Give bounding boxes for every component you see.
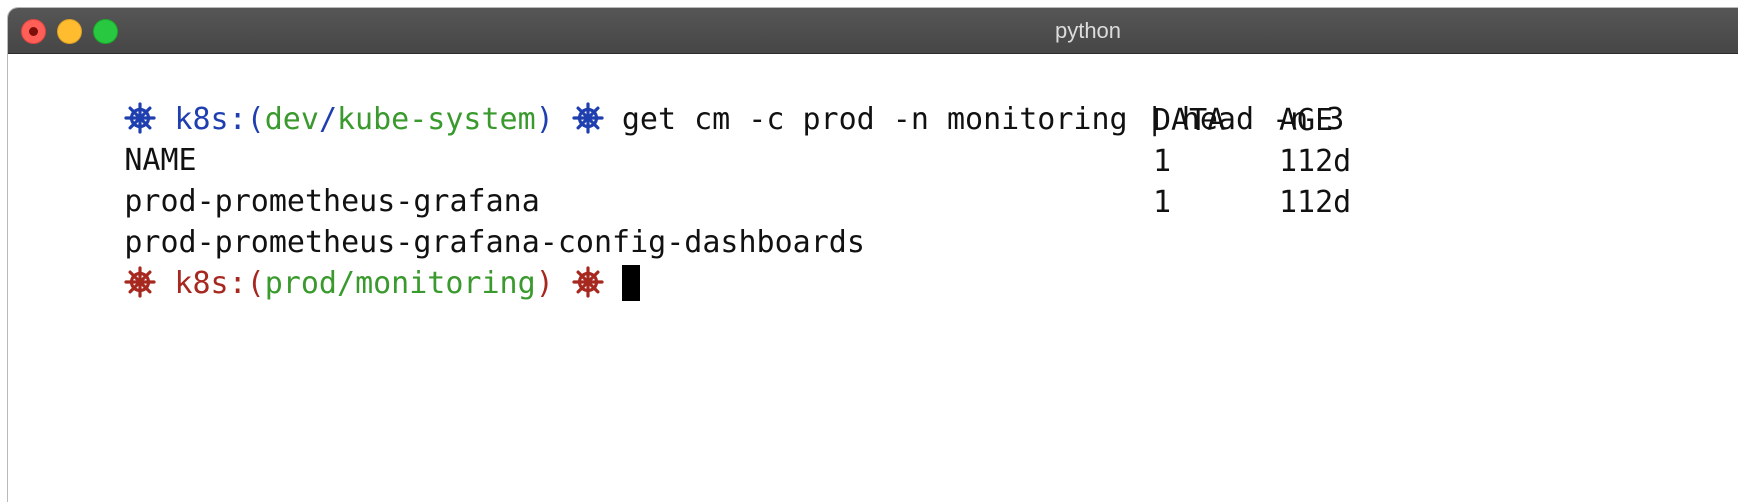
- command-text: get cm -c prod -n monitoring | head -n 3: [621, 102, 1345, 137]
- kubernetes-helm-icon: [124, 266, 156, 298]
- close-icon: [29, 27, 38, 36]
- column-header-data: DATA: [1153, 103, 1226, 138]
- prompt-prefix: k8s:(: [174, 266, 265, 301]
- table-header-row: NAME: [16, 101, 196, 178]
- configmap-data: 1: [1153, 144, 1172, 179]
- prompt-namespace: monitoring: [355, 266, 536, 301]
- terminal-window: python k8s:(dev/kube-system) get cm -c p…: [8, 8, 1738, 502]
- window-title: python: [1054, 18, 1122, 43]
- column-header-age: AGE: [1279, 103, 1334, 138]
- kubernetes-helm-icon: [572, 102, 604, 134]
- prompt-suffix: ): [535, 266, 554, 301]
- table-row: prod-prometheus-grafana-config-dashboard…: [16, 183, 865, 260]
- table-row: prod-prometheus-grafana: [16, 142, 539, 219]
- prompt-line-dev: k8s:(dev/kube-system) get cm -c prod -n …: [16, 60, 1344, 137]
- title-bar[interactable]: python: [8, 8, 1738, 54]
- configmap-data: 1: [1153, 185, 1172, 220]
- terminal-cursor[interactable]: [621, 265, 640, 301]
- configmap-age: 112d: [1279, 185, 1352, 220]
- close-window-button[interactable]: [21, 19, 46, 44]
- kubernetes-helm-icon: [572, 266, 604, 298]
- prompt-cluster: prod: [264, 266, 337, 301]
- prompt-cluster: dev: [264, 102, 319, 137]
- prompt-line-prod[interactable]: k8s:(prod/monitoring): [16, 224, 640, 301]
- minimize-window-button[interactable]: [57, 19, 82, 44]
- prompt-slash: /: [318, 102, 337, 137]
- configmap-age: 112d: [1279, 144, 1352, 179]
- prompt-suffix: ): [535, 102, 554, 137]
- maximize-window-button[interactable]: [93, 19, 118, 44]
- prompt-slash: /: [337, 266, 356, 301]
- prompt-namespace: kube-system: [337, 102, 536, 137]
- terminal-output[interactable]: k8s:(dev/kube-system) get cm -c prod -n …: [8, 54, 1738, 502]
